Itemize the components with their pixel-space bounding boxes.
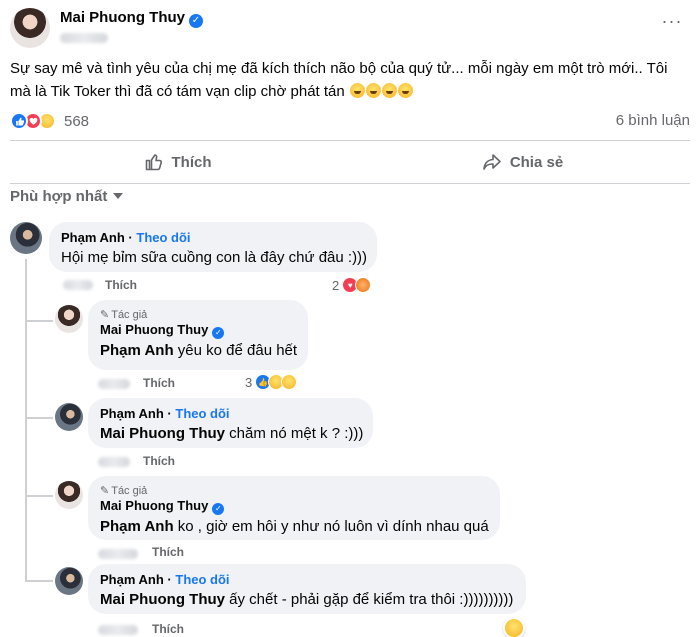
verified-badge-icon: ✓ [212, 503, 225, 515]
reaction-summary[interactable]: 568 [10, 110, 89, 132]
comment-avatar[interactable] [55, 403, 83, 431]
haha-reaction-icon[interactable] [503, 617, 525, 637]
comment-bubble: Phạm Anh · Theo dõi Mai Phuong Thuy ấy c… [88, 564, 526, 614]
mention-link[interactable]: Phạm Anh [100, 342, 174, 359]
comment-reactions[interactable]: 2 ♥ [332, 277, 372, 293]
comment-timestamp-blurred [98, 549, 138, 559]
thread-line [25, 580, 53, 582]
comment-author[interactable]: Mai Phuong Thuy [100, 322, 208, 337]
comment-avatar[interactable] [55, 305, 83, 333]
comment-reactions[interactable]: 3 👍 [245, 374, 298, 390]
caret-down-icon [113, 193, 124, 199]
comment-text: Hội mẹ bỉm sữa cuồng con là đây chứ đâu … [61, 249, 368, 266]
comment-text: Phạm Anh ko , giờ em hôi y như nó luôn v… [100, 518, 489, 535]
comment-filter-dropdown[interactable]: Phù hợp nhất [10, 188, 124, 205]
comment-like-button[interactable]: Thích [152, 544, 184, 560]
comment-timestamp-blurred [98, 457, 130, 467]
share-button[interactable]: Chia sẻ [355, 143, 690, 181]
comment-text: Mai Phuong Thuy chăm nó mệt k ? :))) [100, 425, 364, 442]
comment-like-button[interactable]: Thích [152, 621, 184, 637]
follow-link[interactable]: Theo dõi [175, 406, 229, 421]
comment-timestamp-blurred [63, 280, 93, 290]
author-tag: Tác giả [111, 485, 148, 497]
post-author-avatar[interactable] [10, 8, 50, 48]
thread-line [25, 320, 53, 322]
post-author-name[interactable]: Mai Phuong Thuy ✓ [60, 9, 203, 28]
comment-avatar[interactable] [10, 222, 42, 254]
comment-count-link[interactable]: 6 bình luận [616, 112, 690, 129]
comment-text: Mai Phuong Thuy ấy chết - phải gặp để ki… [100, 591, 514, 608]
pencil-icon: ✎ [100, 485, 110, 497]
haha-reaction-icon [281, 374, 298, 390]
mention-link[interactable]: Mai Phuong Thuy [100, 425, 225, 442]
comment-author[interactable]: Phạm Anh [61, 230, 125, 245]
verified-badge-icon: ✓ [189, 14, 203, 28]
comment-author[interactable]: Mai Phuong Thuy [100, 498, 208, 513]
comment-text: Phạm Anh yêu ko để đâu hết [100, 342, 298, 359]
mention-link[interactable]: Mai Phuong Thuy [100, 591, 225, 608]
verified-badge-icon: ✓ [212, 327, 225, 339]
comment-like-button[interactable]: Thích [105, 277, 137, 293]
divider [10, 140, 690, 141]
follow-link[interactable]: Theo dõi [175, 572, 229, 587]
comment-bubble: Phạm Anh · Theo dõi Hội mẹ bỉm sữa cuồng… [49, 222, 377, 272]
comment-like-button[interactable]: Thích [143, 453, 175, 469]
grin-emoji-icon [381, 83, 397, 98]
like-reaction-icon [10, 112, 28, 130]
grin-emoji-icon [365, 83, 381, 98]
comment-avatar[interactable] [55, 481, 83, 509]
comment-timestamp-blurred [98, 625, 138, 635]
comment-bubble: ✎ Tác giả Mai Phuong Thuy ✓ Phạm Anh yêu k… [88, 300, 308, 370]
like-button[interactable]: Thích [10, 143, 345, 181]
comment-bubble: ✎ Tác giả Mai Phuong Thuy ✓ Phạm Anh ko , … [88, 476, 500, 540]
thread-line [25, 497, 27, 580]
comment-bubble: Phạm Anh · Theo dõi Mai Phuong Thuy chăm… [88, 398, 373, 448]
comment-like-button[interactable]: Thích [143, 375, 175, 391]
pencil-icon: ✎ [100, 309, 110, 321]
author-tag: Tác giả [111, 309, 148, 321]
comment-author[interactable]: Phạm Anh [100, 406, 164, 421]
thread-line [25, 495, 53, 497]
comment-author[interactable]: Phạm Anh [100, 572, 164, 587]
comment-timestamp-blurred [98, 379, 130, 389]
post-author-label[interactable]: Mai Phuong Thuy [60, 9, 185, 26]
follow-link[interactable]: Theo dõi [136, 230, 190, 245]
share-arrow-icon [483, 154, 501, 170]
mention-link[interactable]: Phạm Anh [100, 518, 174, 535]
grin-emoji-icon [349, 83, 365, 98]
more-options-button[interactable]: ··· [658, 10, 686, 38]
post-timestamp-blurred [60, 33, 108, 43]
post-text: Sự say mê và tình yêu của chị mẹ đã kích… [10, 60, 668, 100]
grin-emoji-icon [397, 83, 413, 98]
thread-line [25, 439, 27, 495]
thread-line [25, 259, 27, 439]
divider [10, 183, 690, 184]
reaction-count[interactable]: 568 [64, 113, 89, 130]
thumbs-up-icon [145, 154, 162, 171]
thread-line [25, 417, 53, 419]
angry-reaction-icon [355, 277, 372, 293]
comment-avatar[interactable] [55, 567, 83, 595]
